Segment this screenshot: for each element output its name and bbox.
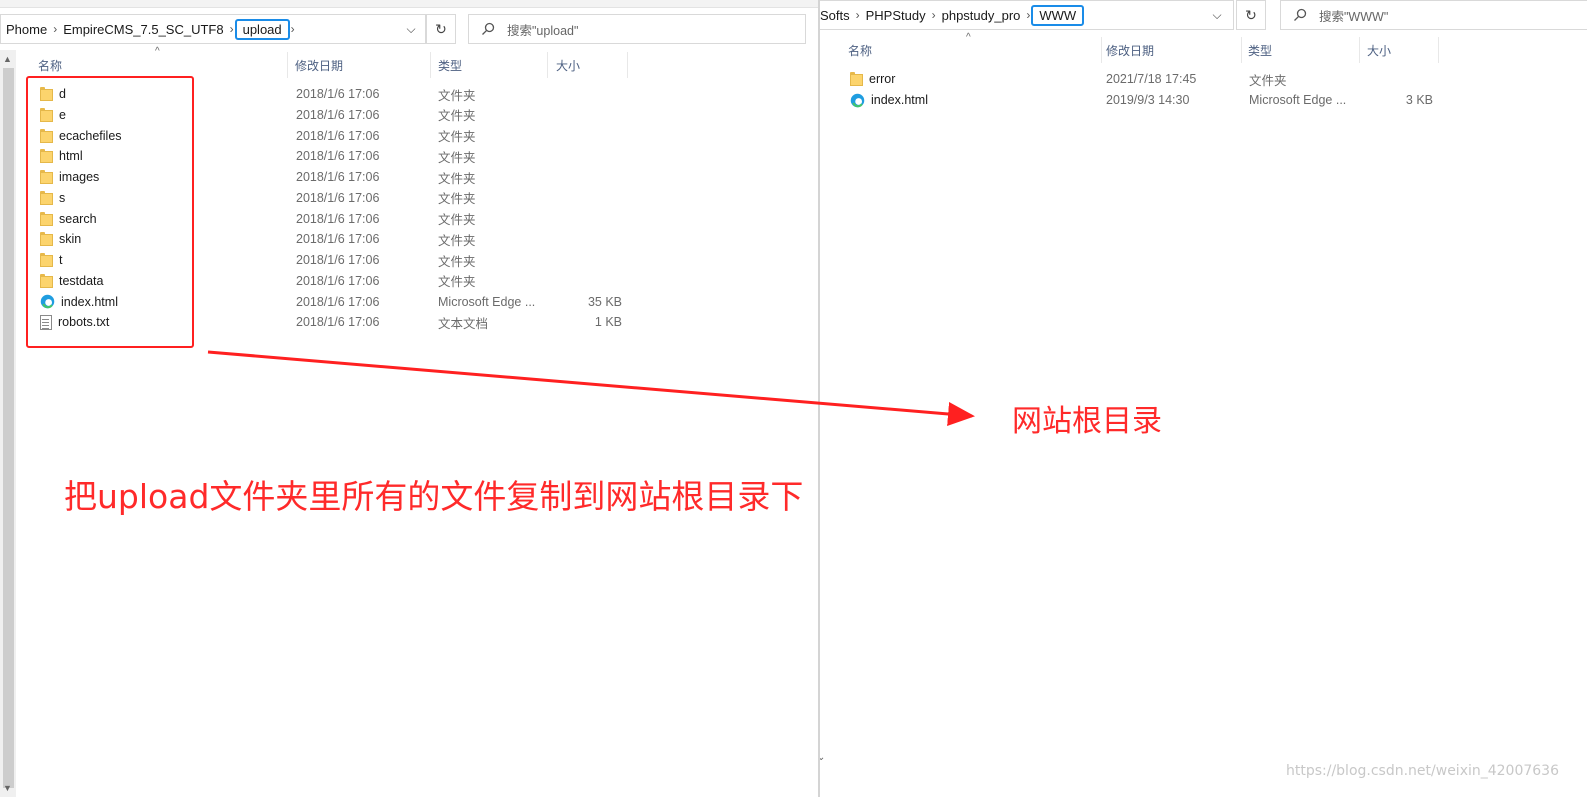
annotation-instruction: 把upload文件夹里所有的文件复制到网站根目录下: [64, 477, 804, 516]
folder-icon: [850, 72, 863, 86]
file-type: 文件夹: [438, 171, 476, 186]
search-icon: [1294, 8, 1307, 21]
chevron-down-icon[interactable]: ⌵: [1201, 1, 1233, 29]
file-type: 文本文档: [438, 316, 489, 331]
file-date: 2018/1/6 17:06: [296, 232, 380, 247]
edge-icon: [850, 93, 865, 107]
breadcrumb-phpstudy[interactable]: PHPStudy: [861, 8, 931, 23]
file-type: 文件夹: [438, 130, 476, 144]
file-name: error: [869, 72, 896, 86]
refresh-button[interactable]: ↻: [1236, 0, 1266, 30]
file-date: 2018/1/6 17:06: [296, 107, 380, 122]
file-type: 文件夹: [438, 254, 476, 269]
address-bar[interactable]: Softs › PHPStudy › phpstudy_pro › WWW ⌵: [820, 0, 1234, 30]
breadcrumb-www[interactable]: WWW: [1031, 4, 1085, 26]
breadcrumb-softs[interactable]: Softs: [820, 8, 855, 23]
file-date: 2018/1/6 17:06: [296, 294, 380, 309]
file-type: 文件夹: [438, 213, 476, 227]
search-placeholder: 搜索"WWW": [1319, 9, 1389, 24]
file-size: 1 KB: [594, 315, 622, 330]
file-date: 2018/1/6 17:06: [296, 128, 380, 143]
watermark: https://blog.csdn.net/weixin_42007636: [1285, 763, 1559, 779]
file-date: 2018/1/6 17:06: [296, 170, 380, 184]
file-size: 3 KB: [1405, 93, 1433, 107]
file-type: 文件夹: [438, 275, 476, 290]
refresh-button[interactable]: ↻: [426, 14, 456, 44]
chevron-down-icon[interactable]: ⌵: [395, 15, 427, 43]
file-type: 文件夹: [438, 109, 476, 124]
column-header-name[interactable]: 名称: [32, 52, 288, 78]
file-type: Microsoft Edge ...: [1249, 93, 1347, 107]
annotation-target: 网站根目录: [1012, 404, 1162, 439]
breadcrumb-empirecms[interactable]: EmpireCMS_7.5_SC_UTF8: [58, 22, 228, 37]
search-placeholder: 搜索"upload": [507, 23, 579, 38]
file-date: 2019/9/3 14:30: [1106, 93, 1190, 107]
file-name: index.html: [871, 93, 928, 107]
scroll-up-icon[interactable]: ▲: [3, 54, 12, 64]
breadcrumb-upload[interactable]: upload: [234, 18, 290, 40]
file-type: 文件夹: [438, 88, 476, 103]
search-icon: [482, 22, 495, 35]
column-header-name[interactable]: 名称: [842, 37, 1102, 63]
breadcrumb-phome[interactable]: Phome: [1, 22, 52, 37]
file-type: 文件夹: [438, 150, 476, 165]
file-name-cell[interactable]: index.html: [850, 93, 928, 108]
file-date: 2018/1/6 17:06: [296, 253, 380, 267]
breadcrumb-phpstudy-pro[interactable]: phpstudy_pro: [937, 8, 1026, 23]
file-type: Microsoft Edge ...: [438, 294, 536, 309]
address-bar[interactable]: Phome › EmpireCMS_7.5_SC_UTF8 › upload ›…: [0, 14, 426, 44]
file-date: 2018/1/6 17:06: [296, 273, 380, 288]
file-date: 2021/7/18 17:45: [1106, 72, 1197, 86]
chevron-right-icon: ›: [229, 22, 234, 36]
scroll-down-icon[interactable]: ▼: [3, 783, 12, 793]
window-top-edge: [0, 0, 818, 8]
file-row[interactable]: error 2021/7/18 17:45 文件夹: [820, 69, 1580, 89]
column-header-type[interactable]: 类型: [1242, 37, 1360, 63]
file-type: 文件夹: [438, 233, 476, 248]
file-size: 35 KB: [587, 294, 622, 309]
search-input[interactable]: 搜索"WWW": [1280, 0, 1587, 30]
chevron-down-icon[interactable]: ⌄: [820, 752, 825, 763]
file-type: 文件夹: [1249, 73, 1287, 88]
file-date: 2018/1/6 17:06: [296, 87, 380, 101]
file-date: 2018/1/6 17:06: [296, 149, 380, 164]
file-date: 2018/1/6 17:06: [296, 211, 380, 226]
file-date: 2018/1/6 17:06: [296, 315, 380, 330]
file-row[interactable]: index.html 2019/9/3 14:30 Microsoft Edge .…: [820, 90, 1580, 110]
search-input[interactable]: 搜索"upload": [468, 14, 806, 44]
column-header-type[interactable]: 类型: [432, 52, 548, 78]
column-header-size[interactable]: 大小: [1361, 37, 1439, 63]
selection-highlight-box: [26, 76, 194, 348]
column-header-date[interactable]: 修改日期: [1100, 37, 1242, 63]
file-type: 文件夹: [438, 192, 476, 207]
file-date: 2018/1/6 17:06: [296, 190, 380, 205]
right-explorer-window: Softs › PHPStudy › phpstudy_pro › WWW ⌵ …: [820, 0, 1587, 797]
chevron-right-icon[interactable]: ›: [290, 22, 296, 36]
column-header-size[interactable]: 大小: [550, 52, 628, 78]
column-header-date[interactable]: 修改日期: [289, 52, 431, 78]
file-name-cell[interactable]: error: [850, 72, 895, 86]
